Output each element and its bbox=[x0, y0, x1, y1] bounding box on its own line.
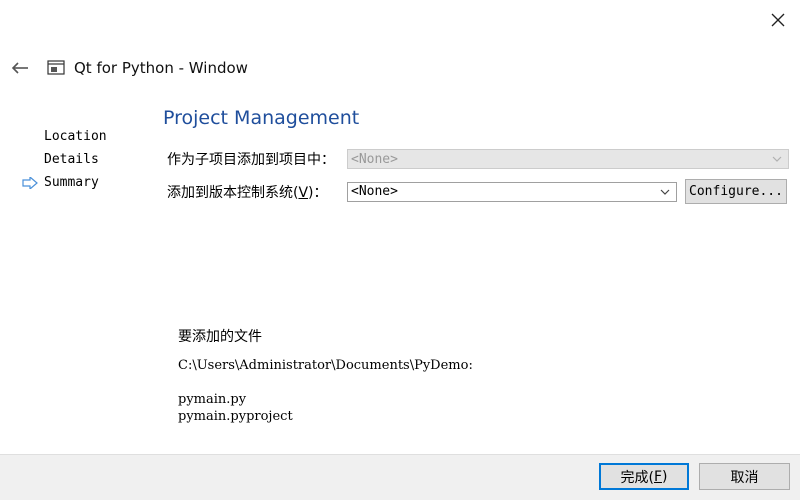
window-icon bbox=[46, 59, 66, 77]
files-list: C:\Users\Administrator\Documents\PyDemo:… bbox=[178, 357, 473, 425]
chevron-down-icon bbox=[772, 156, 782, 162]
files-path: C:\Users\Administrator\Documents\PyDemo: bbox=[178, 358, 473, 373]
file-item: pymain.pyproject bbox=[178, 409, 293, 424]
step-summary: Summary bbox=[22, 171, 107, 194]
step-location: Location bbox=[22, 125, 107, 148]
subproject-row: 作为子项目添加到项目中： <None> bbox=[167, 149, 789, 169]
window-title: Qt for Python - Window bbox=[74, 59, 248, 77]
close-button[interactable] bbox=[766, 8, 790, 32]
files-title: 要添加的文件 bbox=[178, 329, 262, 345]
step-label: Summary bbox=[44, 175, 99, 190]
finish-button[interactable]: 完成(F) bbox=[599, 463, 689, 490]
subproject-select-value: <None> bbox=[351, 151, 398, 167]
close-icon bbox=[771, 13, 785, 27]
vcs-select-value: <None> bbox=[351, 184, 398, 199]
vcs-label: 添加到版本控制系统(V)： bbox=[167, 184, 328, 201]
step-details: Details bbox=[22, 148, 107, 171]
vcs-select[interactable]: <None> bbox=[347, 181, 677, 202]
current-step-arrow-icon bbox=[22, 176, 44, 189]
file-item: pymain.py bbox=[178, 392, 247, 407]
step-label: Details bbox=[44, 152, 99, 167]
vcs-row: 添加到版本控制系统(V)： <None> Configure... bbox=[167, 179, 787, 204]
subproject-label: 作为子项目添加到项目中： bbox=[167, 152, 335, 168]
wizard-header: Qt for Python - Window bbox=[10, 56, 248, 80]
arrow-left-icon bbox=[11, 62, 28, 74]
cancel-button[interactable]: 取消 bbox=[699, 463, 790, 490]
step-label: Location bbox=[44, 129, 107, 144]
page-title: Project Management bbox=[163, 107, 360, 129]
footer-bar: 完成(F) 取消 bbox=[0, 454, 800, 500]
back-button[interactable] bbox=[10, 58, 30, 78]
wizard-steps: Location Details Summary bbox=[22, 125, 107, 194]
chevron-down-icon bbox=[660, 189, 670, 195]
configure-button[interactable]: Configure... bbox=[685, 179, 787, 204]
subproject-select[interactable]: <None> bbox=[347, 149, 789, 169]
